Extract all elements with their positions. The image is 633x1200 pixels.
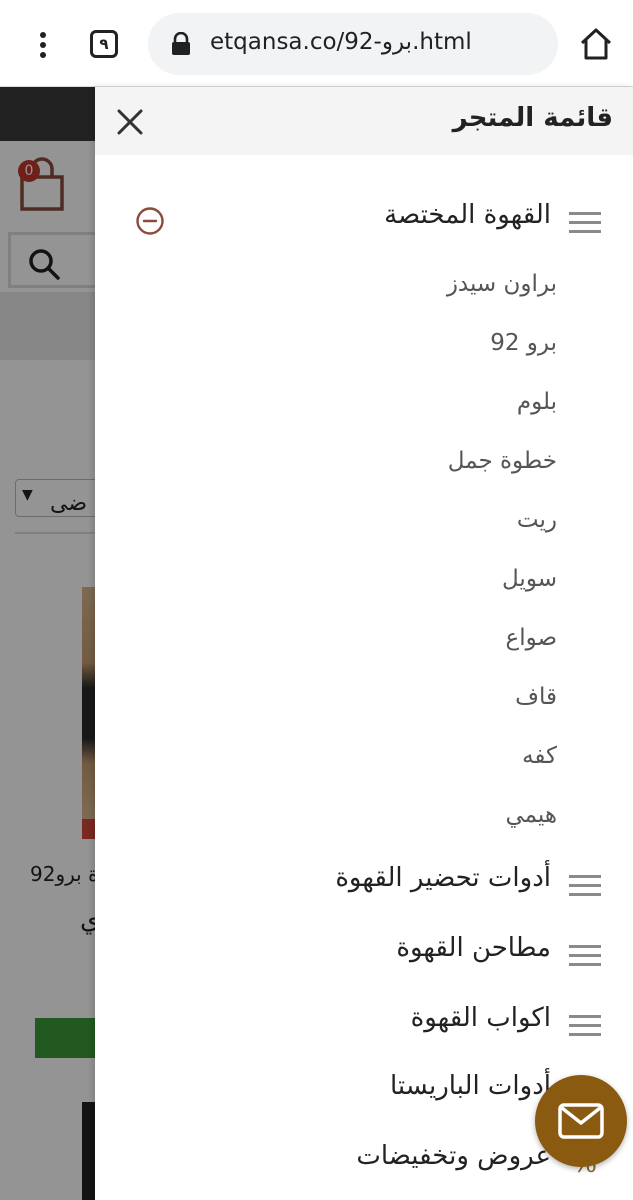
menu-category-coffee-cups[interactable]: اكواب القهوة xyxy=(95,995,633,1051)
drawer-header: قائمة المتجر xyxy=(95,87,633,155)
hamburger-icon xyxy=(569,212,601,233)
hamburger-icon xyxy=(569,1015,601,1036)
menu-category-label: عروض وتخفيضات xyxy=(356,1141,551,1171)
submenu-item[interactable]: صواع xyxy=(505,625,557,651)
menu-category-label: أدوات تحضير القهوة xyxy=(335,863,551,893)
contact-button[interactable] xyxy=(535,1075,627,1167)
browser-toolbar: ٩ etqansa.co/92-برو.html xyxy=(0,0,633,87)
lock-icon xyxy=(172,32,190,55)
menu-category-label: أدوات الباريستا xyxy=(390,1071,551,1101)
menu-category-coffee-grinders[interactable]: مطاحن القهوة xyxy=(95,925,633,981)
submenu-item[interactable]: سويل xyxy=(502,566,557,592)
hamburger-icon xyxy=(569,875,601,896)
submenu-item[interactable]: بلوم xyxy=(517,389,557,415)
submenu-item[interactable]: كفه xyxy=(522,743,557,769)
tab-count-button[interactable]: ٩ xyxy=(90,30,118,58)
submenu-item[interactable]: هيمي xyxy=(505,802,557,828)
drawer-title: قائمة المتجر xyxy=(452,103,613,133)
drawer-backdrop[interactable] xyxy=(0,87,95,1200)
url-text: etqansa.co/92-برو.html xyxy=(210,29,472,55)
submenu-item[interactable]: ريت xyxy=(517,507,557,533)
more-options-icon[interactable] xyxy=(26,28,60,62)
hamburger-icon xyxy=(569,945,601,966)
submenu-item[interactable]: قاف xyxy=(515,684,557,710)
home-icon[interactable] xyxy=(578,26,614,62)
submenu-item[interactable]: برو 92 xyxy=(490,330,557,356)
menu-category-label: مطاحن القهوة xyxy=(396,933,551,963)
menu-category-label: اكواب القهوة xyxy=(410,1003,551,1033)
address-bar[interactable]: etqansa.co/92-برو.html xyxy=(148,13,558,75)
collapse-icon[interactable] xyxy=(135,206,165,236)
menu-category-specialty-coffee[interactable]: القهوة المختصة xyxy=(95,192,633,248)
menu-category-label: القهوة المختصة xyxy=(384,200,551,230)
submenu-item[interactable]: خطوة جمل xyxy=(448,448,557,474)
submenu-item[interactable]: براون سيدز xyxy=(447,271,557,297)
mail-icon xyxy=(558,1103,604,1139)
menu-category-brewing-tools[interactable]: أدوات تحضير القهوة xyxy=(95,855,633,911)
close-icon[interactable] xyxy=(115,107,145,137)
store-menu-drawer: قائمة المتجر القهوة المختصة براون سيدز ب… xyxy=(95,87,633,1200)
